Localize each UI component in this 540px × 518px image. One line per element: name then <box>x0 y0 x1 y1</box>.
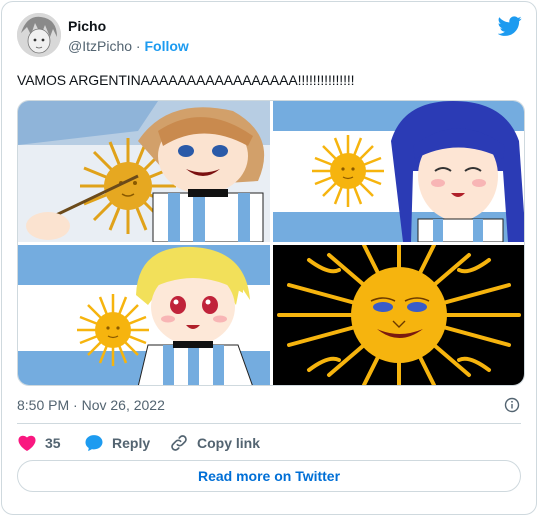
reply-bubble-icon <box>85 435 103 452</box>
divider <box>17 423 521 424</box>
tweet-text: VAMOS ARGENTINAAAAAAAAAAAAAAAAA!!!!!!!!!… <box>17 72 355 88</box>
separator: · <box>135 38 141 54</box>
media-image-3[interactable] <box>18 245 270 385</box>
reply-label: Reply <box>112 435 151 451</box>
tweet-card: Picho @ItzPicho · Follow VAMOS ARGENTINA… <box>1 1 537 515</box>
read-more-button[interactable]: Read more on Twitter <box>17 460 521 492</box>
heart-icon <box>18 435 36 451</box>
media-image-2[interactable] <box>273 101 524 242</box>
media-image-1[interactable] <box>18 101 270 242</box>
follow-button[interactable]: Follow <box>144 38 188 54</box>
twitter-logo-icon[interactable] <box>498 14 522 38</box>
link-icon <box>171 435 187 451</box>
reply-button[interactable]: Reply <box>84 432 150 454</box>
copy-link-button[interactable]: Copy link <box>169 432 260 454</box>
media-image-4[interactable] <box>273 245 524 385</box>
info-icon[interactable] <box>504 397 520 413</box>
handle-row: @ItzPicho · Follow <box>68 38 189 54</box>
timestamp[interactable]: 8:50 PM · Nov 26, 2022 <box>17 397 165 413</box>
copy-link-label: Copy link <box>197 435 261 451</box>
avatar[interactable] <box>17 13 61 57</box>
like-count: 35 <box>45 435 61 451</box>
media-grid[interactable] <box>17 100 525 386</box>
like-button[interactable]: 35 <box>17 432 61 454</box>
display-name[interactable]: Picho <box>68 18 106 34</box>
user-handle[interactable]: @ItzPicho <box>68 38 132 54</box>
